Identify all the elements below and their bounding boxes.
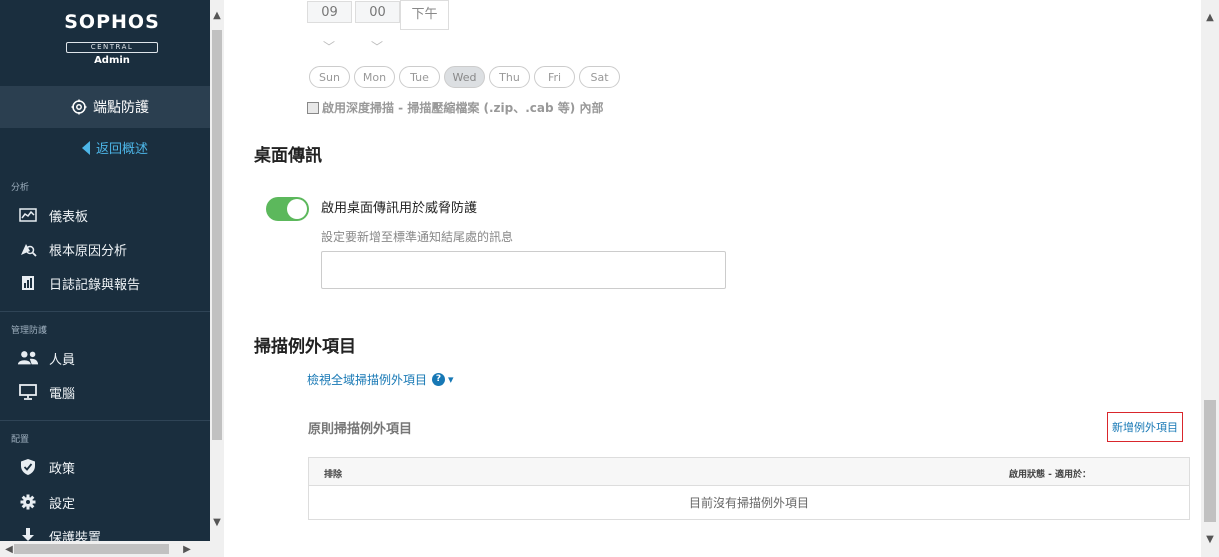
empty-state-text: 目前沒有掃描例外項目 [688,496,809,510]
sidebar-item-label: 日誌記錄與報告 [49,277,141,293]
computer-icon [17,383,39,401]
global-exclusions-label: 檢視全域掃描例外項目 [307,373,428,387]
sidebar-item-label: 政策 [49,461,76,477]
brand-product: CENTRAL [66,42,158,53]
endpoint-protection-icon [71,99,87,115]
sidebar-item-protect-devices[interactable]: 保護裝置 [0,521,210,541]
scroll-up-arrow-icon[interactable]: ▲ [1203,10,1217,24]
message-field-label: 設定要新增至標準通知結尾處的訊息 [321,230,514,244]
day-thu-button[interactable]: Thu [489,66,530,88]
minute-decrement-chevron-icon[interactable]: ﹀ [370,38,384,54]
desktop-messaging-title: 桌面傳訊 [254,146,322,166]
hour-decrement-chevron-icon[interactable]: ﹀ [322,38,336,54]
column-header-active-for[interactable]: 啟用狀態 - 適用於： [1009,467,1091,480]
table-header: 排除 啟用狀態 - 適用於： [309,458,1189,486]
sidebar-item-logs-reports[interactable]: 日誌記錄與報告 [0,268,210,298]
ampm-field[interactable]: 下午 [400,0,449,30]
main-vertical-scrollbar[interactable]: ▲ ▼ [1201,0,1219,557]
minute-field[interactable]: 00 [355,1,400,23]
scrollbar-thumb[interactable] [1204,400,1216,522]
toggle-knob [287,199,307,219]
deep-scan-label: 啟用深度掃描 - 掃描壓縮檔案 (.zip、.cab 等) 內部 [322,101,604,115]
sidebar: SOPHOS CENTRAL Admin 端點防護 返回概述 分析 儀表板 根本… [0,0,210,541]
sidebar-divider [0,420,210,421]
group-label-configure: 配置 [11,435,30,445]
sidebar-item-label: 根本原因分析 [49,243,128,259]
day-mon-button[interactable]: Mon [354,66,395,88]
hour-field[interactable]: 09 [307,1,352,23]
sidebar-item-settings[interactable]: 設定 [0,487,210,517]
sidebar-item-label: 人員 [49,352,76,368]
day-sat-button[interactable]: Sat [579,66,620,88]
desktop-messaging-toggle[interactable] [266,197,309,221]
desktop-messaging-toggle-label: 啟用桌面傳訊用於威脅防護 [321,201,478,216]
message-input[interactable] [321,251,726,289]
scroll-down-arrow-icon[interactable]: ▼ [1203,532,1217,546]
sidebar-item-dashboard[interactable]: 儀表板 [0,200,210,230]
back-to-overview-link[interactable]: 返回概述 [0,138,210,157]
help-icon[interactable]: ? [432,373,446,386]
back-arrow-icon [81,141,90,155]
day-wed-button[interactable]: Wed [444,66,485,88]
exclusions-table: 排除 啟用狀態 - 適用於： 目前沒有掃描例外項目 [308,457,1190,520]
sidebar-item-policies[interactable]: 政策 [0,452,210,482]
column-header-exclusion[interactable]: 排除 [324,467,342,480]
sidebar-divider [0,311,210,312]
sidebar-item-label: 設定 [49,496,76,512]
brand-role: Admin [94,55,130,66]
day-fri-button[interactable]: Fri [534,66,575,88]
group-label-manage: 管理防護 [11,326,48,336]
scan-exclusions-title: 掃描例外項目 [254,337,356,357]
dashboard-icon [17,206,39,224]
global-exclusions-link[interactable]: 檢視全域掃描例外項目 ? ▾ [307,371,454,388]
sidebar-item-label: 電腦 [49,386,76,402]
scroll-right-arrow-icon[interactable]: ▶ [180,542,194,556]
policy-exclusions-title: 原則掃描例外項目 [308,422,413,437]
day-tue-button[interactable]: Tue [399,66,440,88]
people-icon [17,349,39,367]
sidebar-item-label: 儀表板 [49,209,89,225]
sophos-logo: SOPHOS CENTRAL Admin [0,10,210,66]
deep-scan-checkbox[interactable] [307,101,319,114]
expand-chevron-icon[interactable]: ▾ [448,373,454,386]
section-title: 端點防護 [93,100,149,116]
sidebar-item-computers[interactable]: 電腦 [0,377,210,407]
section-header: 端點防護 [0,86,210,128]
scrollbar-thumb[interactable] [14,544,169,554]
gear-icon [17,493,39,511]
sidebar-item-root-cause[interactable]: 根本原因分析 [0,234,210,264]
root-cause-icon [17,240,39,258]
add-exclusion-button[interactable]: 新增例外項目 [1107,412,1183,442]
sidebar-item-people[interactable]: 人員 [0,343,210,373]
scroll-down-arrow-icon[interactable]: ▼ [210,515,224,529]
group-label-analysis: 分析 [11,183,30,193]
back-label: 返回概述 [95,142,148,157]
shield-icon [17,458,39,476]
report-icon [17,274,39,292]
download-icon [17,527,39,541]
sidebar-horizontal-scrollbar[interactable]: ◀ ▶ [0,541,224,557]
day-selector: Sun Mon Tue Wed Thu Fri Sat [309,66,620,88]
day-sun-button[interactable]: Sun [309,66,350,88]
deep-scan-option[interactable]: 啟用深度掃描 - 掃描壓縮檔案 (.zip、.cab 等) 內部 [307,99,603,116]
sidebar-item-label: 保護裝置 [49,530,102,542]
scrollbar-thumb[interactable] [212,30,222,440]
brand-name: SOPHOS [64,11,160,33]
scroll-up-arrow-icon[interactable]: ▲ [210,8,224,22]
sidebar-vertical-scrollbar[interactable]: ▲ ▼ [210,0,224,541]
